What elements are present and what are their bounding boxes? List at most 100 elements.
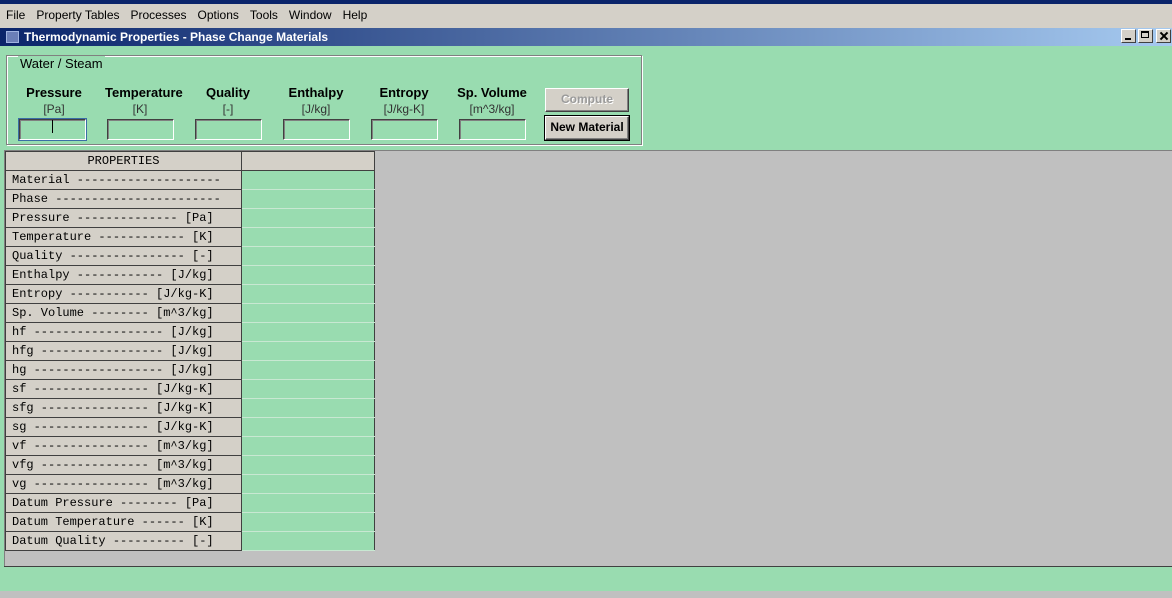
enthalpy-unit: [J/kg] <box>301 102 331 116</box>
grid-row: Phase ----------------------- <box>5 189 375 209</box>
grid-row: Datum Temperature ------ [K] <box>5 512 375 532</box>
menu-property-tables[interactable]: Property Tables <box>31 5 125 25</box>
property-value-cell[interactable] <box>241 360 375 380</box>
entropy-field-header: Entropy [J/kg-K] <box>369 85 439 117</box>
menu-options[interactable]: Options <box>193 5 245 25</box>
properties-grid: PROPERTIES Material --------------------… <box>5 151 375 551</box>
close-icon[interactable] <box>1156 29 1171 43</box>
property-value-cell[interactable] <box>241 303 375 323</box>
sp-volume-field-header: Sp. Volume [m^3/kg] <box>457 85 527 117</box>
property-value-cell[interactable] <box>241 322 375 342</box>
compute-button[interactable]: Compute <box>545 88 629 112</box>
sp-volume-unit: [m^3/kg] <box>469 102 515 116</box>
property-label: sfg --------------- [J/kg-K] <box>5 398 242 418</box>
properties-grid-area: PROPERTIES Material --------------------… <box>4 150 1172 566</box>
enthalpy-label: Enthalpy <box>288 85 344 100</box>
property-value-cell[interactable] <box>241 265 375 285</box>
property-label: vfg --------------- [m^3/kg] <box>5 455 242 475</box>
app-icon[interactable] <box>6 31 19 43</box>
status-bar <box>4 566 1172 591</box>
grid-header-row: PROPERTIES <box>5 151 375 171</box>
property-label: Datum Pressure -------- [Pa] <box>5 493 242 513</box>
property-label: vg ---------------- [m^3/kg] <box>5 474 242 494</box>
temperature-input[interactable] <box>107 119 174 140</box>
property-value-cell[interactable] <box>241 512 375 532</box>
property-label: Quality ---------------- [-] <box>5 246 242 266</box>
property-value-cell[interactable] <box>241 474 375 494</box>
quality-field-header: Quality [-] <box>193 85 263 117</box>
property-value-cell[interactable] <box>241 531 375 551</box>
grid-row: vg ---------------- [m^3/kg] <box>5 474 375 494</box>
menu-processes[interactable]: Processes <box>126 5 193 25</box>
water-steam-group: Water / Steam Pressure [Pa] Temperature … <box>6 55 642 145</box>
grid-row: sf ---------------- [J/kg-K] <box>5 379 375 399</box>
grid-row: Sp. Volume -------- [m^3/kg] <box>5 303 375 323</box>
grid-header-value <box>241 151 375 171</box>
grid-row: hfg ----------------- [J/kg] <box>5 341 375 361</box>
property-value-cell[interactable] <box>241 436 375 456</box>
property-label: Phase ----------------------- <box>5 189 242 209</box>
property-label: Enthalpy ------------ [J/kg] <box>5 265 242 285</box>
property-value-cell[interactable] <box>241 284 375 304</box>
property-label: sg ---------------- [J/kg-K] <box>5 417 242 437</box>
grid-row: Datum Quality ---------- [-] <box>5 531 375 551</box>
property-value-cell[interactable] <box>241 170 375 190</box>
sp-volume-input[interactable] <box>459 119 526 140</box>
bottom-edge <box>0 591 1172 598</box>
window-title-bar[interactable]: Thermodynamic Properties - Phase Change … <box>0 28 1172 46</box>
property-label: Datum Quality ---------- [-] <box>5 531 242 551</box>
property-label: Entropy ----------- [J/kg-K] <box>5 284 242 304</box>
property-label: hf ------------------ [J/kg] <box>5 322 242 342</box>
property-value-cell[interactable] <box>241 455 375 475</box>
property-label: Datum Temperature ------ [K] <box>5 512 242 532</box>
temperature-field-header: Temperature [K] <box>105 85 183 117</box>
property-label: sf ---------------- [J/kg-K] <box>5 379 242 399</box>
grid-row: hg ------------------ [J/kg] <box>5 360 375 380</box>
grid-row: hf ------------------ [J/kg] <box>5 322 375 342</box>
property-label: Pressure -------------- [Pa] <box>5 208 242 228</box>
temperature-unit: [K] <box>132 102 148 116</box>
property-value-cell[interactable] <box>241 341 375 361</box>
quality-input[interactable] <box>195 119 262 140</box>
property-label: Temperature ------------ [K] <box>5 227 242 247</box>
entropy-unit: [J/kg-K] <box>383 102 425 116</box>
property-label: hg ------------------ [J/kg] <box>5 360 242 380</box>
grid-row: Temperature ------------ [K] <box>5 227 375 247</box>
property-value-cell[interactable] <box>241 379 375 399</box>
property-value-cell[interactable] <box>241 246 375 266</box>
grid-row: vf ---------------- [m^3/kg] <box>5 436 375 456</box>
grid-row: Entropy ----------- [J/kg-K] <box>5 284 375 304</box>
pressure-label: Pressure <box>26 85 82 100</box>
grid-row: Material -------------------- <box>5 170 375 190</box>
grid-row: Pressure -------------- [Pa] <box>5 208 375 228</box>
property-value-cell[interactable] <box>241 417 375 437</box>
grid-row: sfg --------------- [J/kg-K] <box>5 398 375 418</box>
client-area: Water / Steam Pressure [Pa] Temperature … <box>0 46 1172 591</box>
property-value-cell[interactable] <box>241 227 375 247</box>
grid-row: Quality ---------------- [-] <box>5 246 375 266</box>
property-label: Material -------------------- <box>5 170 242 190</box>
entropy-input[interactable] <box>371 119 438 140</box>
menu-help[interactable]: Help <box>338 5 374 25</box>
menu-window[interactable]: Window <box>284 5 338 25</box>
group-title: Water / Steam <box>18 56 105 72</box>
property-value-cell[interactable] <box>241 189 375 209</box>
menu-bar: File Property Tables Processes Options T… <box>0 4 1172 26</box>
menu-tools[interactable]: Tools <box>245 5 284 25</box>
property-value-cell[interactable] <box>241 208 375 228</box>
restore-icon[interactable] <box>1138 29 1153 43</box>
property-label: vf ---------------- [m^3/kg] <box>5 436 242 456</box>
menu-file[interactable]: File <box>0 5 31 25</box>
window-title: Thermodynamic Properties - Phase Change … <box>24 30 329 44</box>
enthalpy-input[interactable] <box>283 119 350 140</box>
pressure-field-header: Pressure [Pa] <box>19 85 89 117</box>
property-value-cell[interactable] <box>241 398 375 418</box>
quality-label: Quality <box>205 85 251 100</box>
property-value-cell[interactable] <box>241 493 375 513</box>
temperature-label: Temperature <box>105 85 183 100</box>
property-label: hfg ----------------- [J/kg] <box>5 341 242 361</box>
entropy-label: Entropy <box>379 85 429 100</box>
minimize-icon[interactable] <box>1121 29 1136 43</box>
grid-header-properties: PROPERTIES <box>5 151 242 171</box>
new-material-button[interactable]: New Material <box>544 115 630 141</box>
